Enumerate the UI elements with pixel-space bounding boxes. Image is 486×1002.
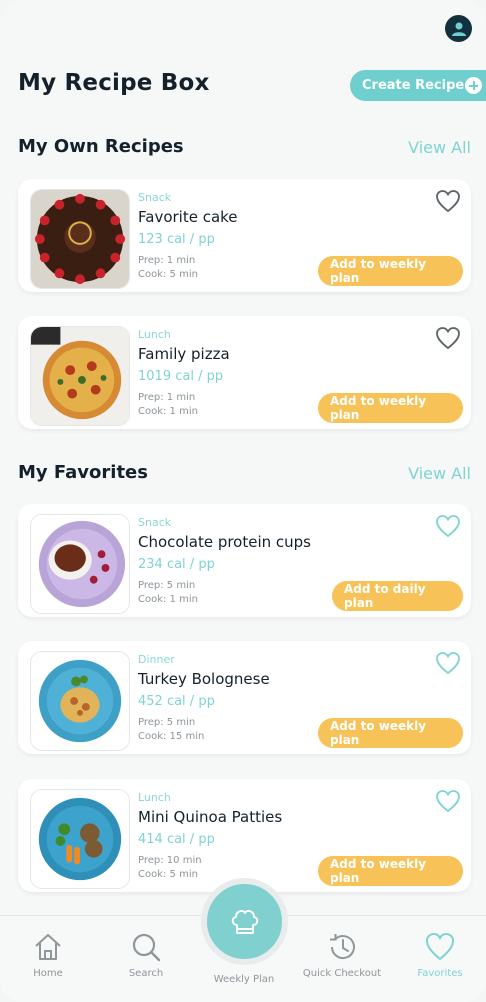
meal-type-label: Lunch [138, 791, 171, 804]
prep-time: Prep: 1 min [138, 255, 196, 266]
search-icon [132, 933, 161, 962]
app-screen: My Recipe Box Create Recipe My Own Recip… [0, 0, 486, 1002]
cook-time: Cook: 5 min [138, 869, 198, 880]
prep-time: Prep: 5 min [138, 580, 196, 591]
create-recipe-button[interactable]: Create Recipe [350, 70, 486, 101]
recipe-image-cake [30, 189, 130, 289]
create-recipe-label: Create Recipe [362, 78, 465, 93]
recipe-image-chocolate-cups [30, 514, 130, 614]
recipe-card[interactable]: Dinner Turkey Bolognese 452 cal / pp Pre… [18, 641, 471, 754]
page-title: My Recipe Box [18, 70, 210, 96]
recipe-name: Favorite cake [138, 208, 238, 226]
nav-search-label: Search [128, 968, 164, 979]
heart-icon[interactable] [435, 514, 461, 538]
user-avatar-icon[interactable] [445, 15, 472, 42]
recipe-name: Mini Quinoa Patties [138, 808, 283, 826]
recipe-name: Family pizza [138, 345, 230, 363]
prep-time: Prep: 10 min [138, 855, 202, 866]
add-to-weekly-plan-button[interactable]: Add to weekly plan [318, 718, 463, 748]
favorites-view-all-link[interactable]: View All [408, 464, 471, 483]
recipe-image-turkey-bolognese [30, 651, 130, 751]
heart-icon[interactable] [435, 326, 461, 350]
add-to-daily-plan-button[interactable]: Add to daily plan [332, 581, 463, 611]
history-icon [330, 934, 355, 960]
home-icon [35, 934, 61, 960]
calorie-label: 123 cal / pp [138, 232, 215, 247]
add-to-weekly-plan-button[interactable]: Add to weekly plan [318, 256, 463, 286]
heart-icon[interactable] [435, 189, 461, 213]
recipe-image-quinoa-patties [30, 789, 130, 889]
recipe-card[interactable]: Lunch Mini Quinoa Patties 414 cal / pp P… [18, 779, 471, 892]
prep-time: Prep: 1 min [138, 392, 196, 403]
calorie-label: 234 cal / pp [138, 557, 215, 572]
nav-weekly-plan-label: Weekly Plan [213, 974, 275, 985]
weekly-plan-button[interactable] [201, 878, 288, 965]
prep-time: Prep: 5 min [138, 717, 196, 728]
add-to-weekly-plan-button[interactable]: Add to weekly plan [318, 856, 463, 886]
own-recipes-title: My Own Recipes [18, 136, 184, 157]
nav-quick-checkout[interactable]: Quick Checkout [302, 931, 382, 979]
own-recipes-view-all-link[interactable]: View All [408, 138, 471, 157]
add-to-weekly-plan-button[interactable]: Add to weekly plan [318, 393, 463, 423]
recipe-card[interactable]: Snack Favorite cake 123 cal / pp Prep: 1… [18, 179, 471, 292]
recipe-name: Turkey Bolognese [138, 670, 270, 688]
meal-type-label: Dinner [138, 653, 175, 666]
calorie-label: 452 cal / pp [138, 694, 215, 709]
recipe-card[interactable]: Lunch Family pizza 1019 cal / pp Prep: 1… [18, 316, 471, 429]
nav-quick-checkout-label: Quick Checkout [302, 968, 382, 979]
heart-icon[interactable] [435, 789, 461, 813]
nav-search[interactable]: Search [106, 931, 186, 979]
plus-icon [465, 77, 482, 94]
meal-type-label: Snack [138, 191, 172, 204]
recipe-image-pizza [30, 326, 130, 426]
meal-type-label: Lunch [138, 328, 171, 341]
heart-icon [425, 932, 455, 961]
calorie-label: 414 cal / pp [138, 832, 215, 847]
nav-favorites[interactable]: Favorites [400, 931, 480, 979]
recipe-card[interactable]: Snack Chocolate protein cups 234 cal / p… [18, 504, 471, 617]
cook-time: Cook: 15 min [138, 731, 205, 742]
favorites-title: My Favorites [18, 462, 148, 483]
cook-time: Cook: 1 min [138, 406, 198, 417]
recipe-name: Chocolate protein cups [138, 533, 311, 551]
nav-favorites-label: Favorites [417, 968, 463, 979]
calorie-label: 1019 cal / pp [138, 369, 224, 384]
nav-home[interactable]: Home [8, 931, 88, 979]
cook-time: Cook: 5 min [138, 269, 198, 280]
nav-home-label: Home [33, 968, 63, 979]
heart-icon[interactable] [435, 651, 461, 675]
cook-time: Cook: 1 min [138, 594, 198, 605]
chef-hat-icon [231, 909, 258, 934]
meal-type-label: Snack [138, 516, 172, 529]
